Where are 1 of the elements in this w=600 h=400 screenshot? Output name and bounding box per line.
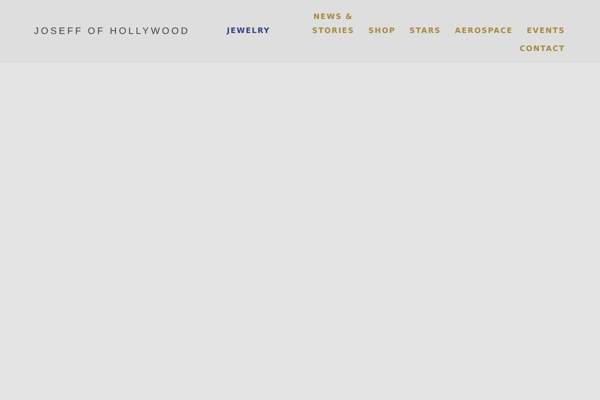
site-logo[interactable]: JOSEFF OF HOLLYWOOD (34, 26, 190, 36)
